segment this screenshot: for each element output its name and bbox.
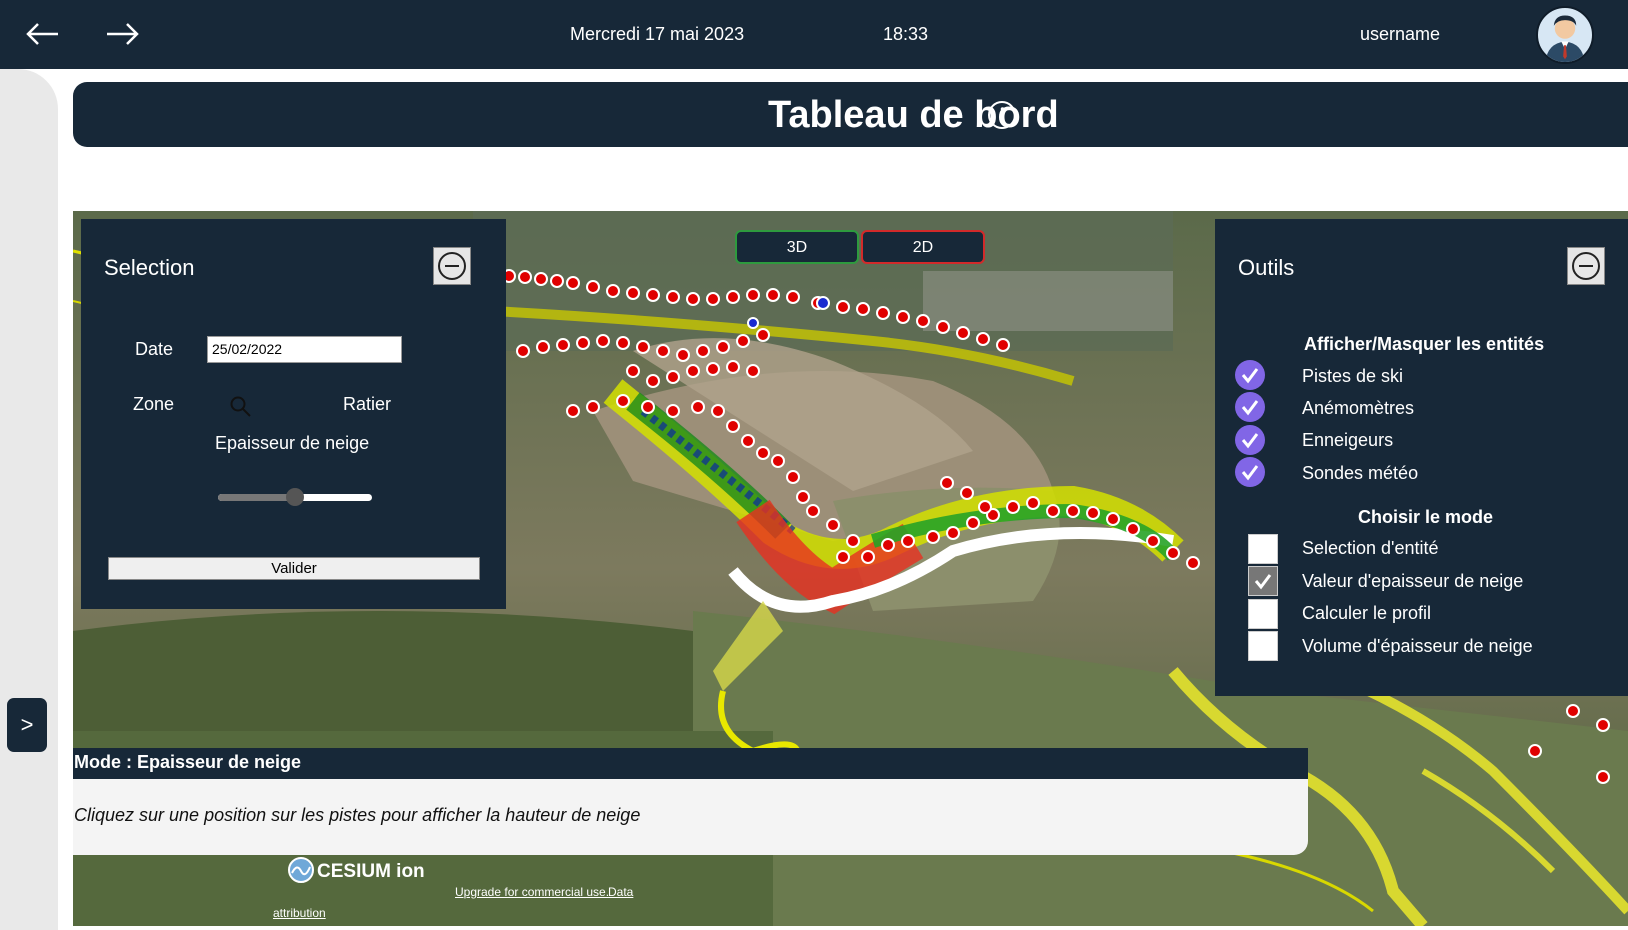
sidebar-toggle-button[interactable]: >	[7, 698, 47, 752]
check-icon	[1241, 400, 1259, 416]
mode-instruction: Cliquez sur une position sur les pistes …	[73, 779, 1308, 855]
entity-checkbox-pistes[interactable]	[1235, 360, 1265, 390]
date-label: Date	[135, 339, 174, 359]
minus-circle-icon	[438, 252, 466, 280]
username-label[interactable]: username	[1360, 24, 1440, 45]
slider-thumb[interactable]	[286, 488, 304, 506]
cesium-logo[interactable]: CESIUM ion	[287, 855, 447, 885]
arrow-right-icon[interactable]	[103, 16, 143, 52]
entity-checkbox-sondes[interactable]	[1235, 457, 1265, 487]
entity-label: Anémomètres	[1302, 398, 1415, 418]
search-icon[interactable]	[229, 395, 253, 419]
zone-value[interactable]: Ratier	[343, 394, 391, 415]
mode-label: Calculer le profil	[1302, 603, 1432, 623]
arrow-left-icon[interactable]	[22, 16, 62, 52]
user-avatar-icon[interactable]	[1536, 6, 1594, 64]
selection-panel: Selection Date 25/02/2022 Zone Ratier Ep…	[81, 219, 506, 609]
snow-depth-label: Epaisseur de neige	[215, 433, 370, 453]
zone-label: Zone	[133, 394, 175, 414]
snow-depth-slider[interactable]	[218, 488, 372, 506]
mode-label: Valeur d'epaisseur de neige	[1302, 571, 1524, 591]
entities-heading: Afficher/Masquer les entités	[1304, 334, 1545, 354]
tools-title: Outils	[1238, 255, 1295, 280]
mode-heading: Choisir le mode	[1358, 507, 1494, 527]
entity-checkbox-enneigeurs[interactable]	[1235, 425, 1265, 455]
mode-checkbox-profile[interactable]	[1248, 599, 1278, 629]
check-icon	[1254, 574, 1272, 590]
top-bar: Mercredi 17 mai 2023 18:33 username	[0, 0, 1628, 69]
entity-label: Pistes de ski	[1302, 366, 1404, 386]
check-icon	[1241, 465, 1259, 481]
minus-circle-icon	[1572, 252, 1600, 280]
entity-checkbox-anemometres[interactable]	[1235, 392, 1265, 422]
entity-label: Sondes météo	[1302, 463, 1419, 483]
header-date: Mercredi 17 mai 2023	[570, 24, 745, 44]
view-2d-button[interactable]: 2D	[861, 230, 985, 264]
attribution-link[interactable]: attribution	[273, 906, 326, 920]
upgrade-link[interactable]: Upgrade for commercial use.	[455, 885, 609, 899]
tools-panel: Outils Afficher/Masquer les entités Pist…	[1215, 219, 1628, 696]
mode-checkbox-volume[interactable]	[1248, 631, 1278, 661]
mode-checkbox-snow-value[interactable]	[1248, 566, 1278, 596]
date-input[interactable]: 25/02/2022	[207, 336, 402, 363]
title-bar: Tableau de bord	[73, 82, 1628, 147]
collapse-tools-button[interactable]	[1567, 247, 1605, 285]
header-time: 18:33	[883, 24, 929, 44]
mode-label: Selection d'entité	[1302, 538, 1439, 558]
data-link[interactable]: Data	[608, 885, 633, 899]
cesium-brand: CESIUM ion	[317, 861, 425, 882]
view-3d-button[interactable]: 3D	[735, 230, 859, 264]
validate-button[interactable]: Valider	[108, 557, 480, 580]
mode-label: Volume d'épaisseur de neige	[1302, 636, 1533, 656]
entity-label: Enneigeurs	[1302, 430, 1394, 450]
mode-title-bar: Mode : Epaisseur de neige	[73, 748, 1308, 779]
check-icon	[1241, 368, 1259, 384]
check-icon	[1241, 433, 1259, 449]
selection-title: Selection	[104, 255, 195, 280]
slider-fill	[218, 494, 295, 501]
sidebar	[0, 69, 58, 930]
info-icon[interactable]	[987, 100, 1017, 130]
mode-checkbox-selection[interactable]	[1248, 534, 1278, 564]
collapse-selection-button[interactable]	[433, 247, 471, 285]
